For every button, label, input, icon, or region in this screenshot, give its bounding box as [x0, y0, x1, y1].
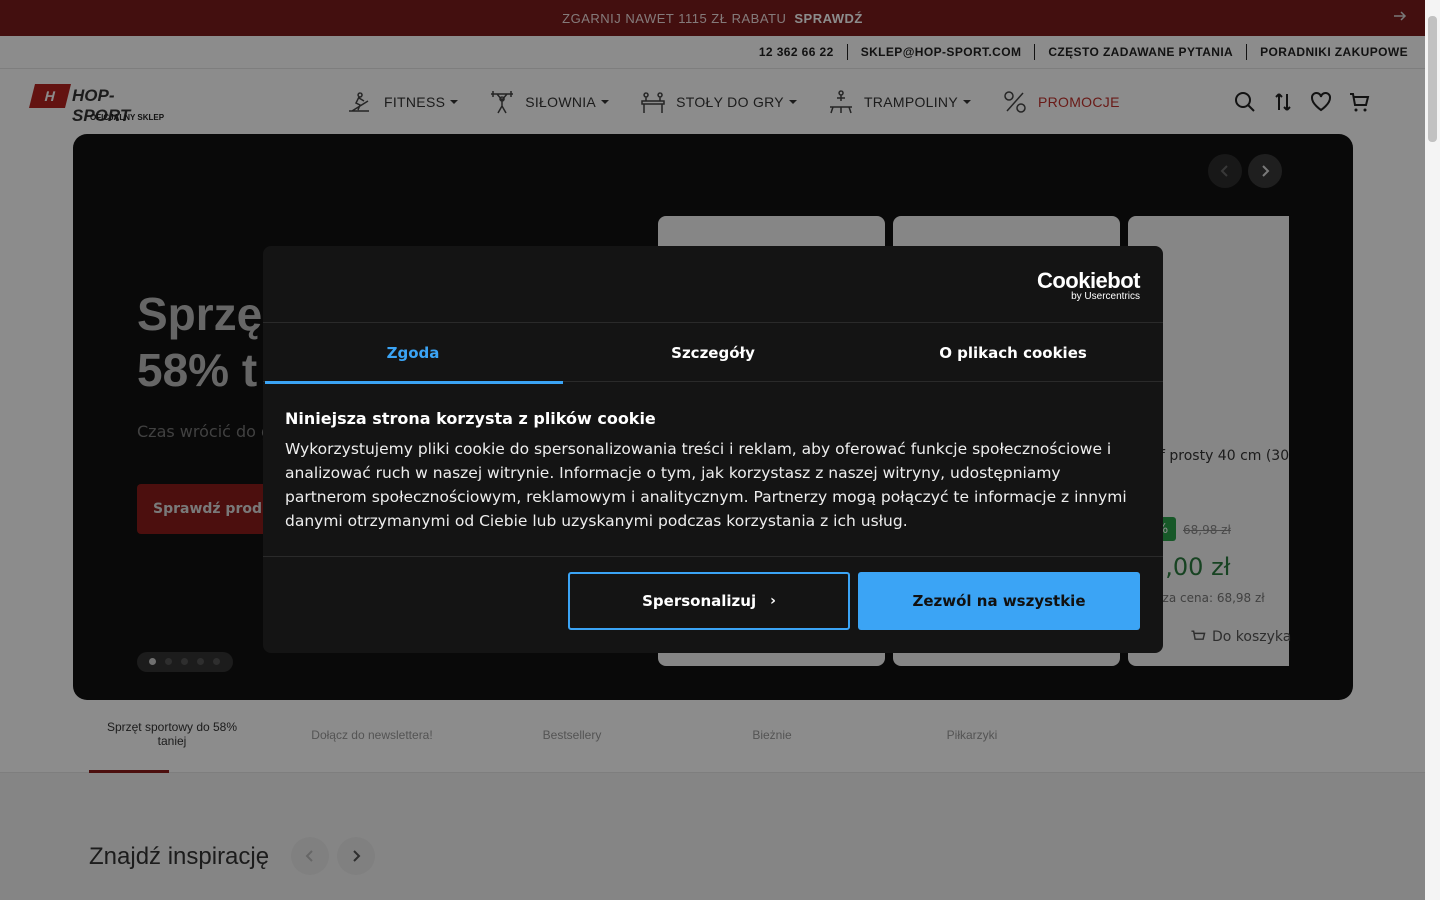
- cookie-tab-o-plikach[interactable]: O plikach cookies: [863, 323, 1163, 383]
- cookiebot-logo: Cookiebot by Usercentrics: [1037, 268, 1141, 302]
- cookie-heading: Niniejsza strona korzysta z plików cooki…: [285, 409, 656, 428]
- cookie-tab-zgoda[interactable]: Zgoda: [263, 323, 563, 384]
- cookie-divider: [263, 556, 1163, 557]
- scrollbar[interactable]: [1425, 0, 1440, 900]
- scrollbar-thumb[interactable]: [1428, 16, 1437, 142]
- cookie-tab-szczegoly[interactable]: Szczegóły: [563, 323, 863, 383]
- allow-all-button[interactable]: Zezwól na wszystkie: [858, 572, 1140, 630]
- chevron-right-icon: ›: [770, 593, 776, 609]
- cookie-body-text: Wykorzystujemy pliki cookie do spersonal…: [285, 440, 1127, 530]
- personalize-label: Spersonalizuj: [642, 592, 757, 610]
- cookie-tabs: Zgoda Szczegóły O plikach cookies: [263, 322, 1163, 384]
- personalize-button[interactable]: Spersonalizuj ›: [568, 572, 850, 630]
- cookie-dialog: Cookiebot by Usercentrics Zgoda Szczegół…: [263, 246, 1163, 653]
